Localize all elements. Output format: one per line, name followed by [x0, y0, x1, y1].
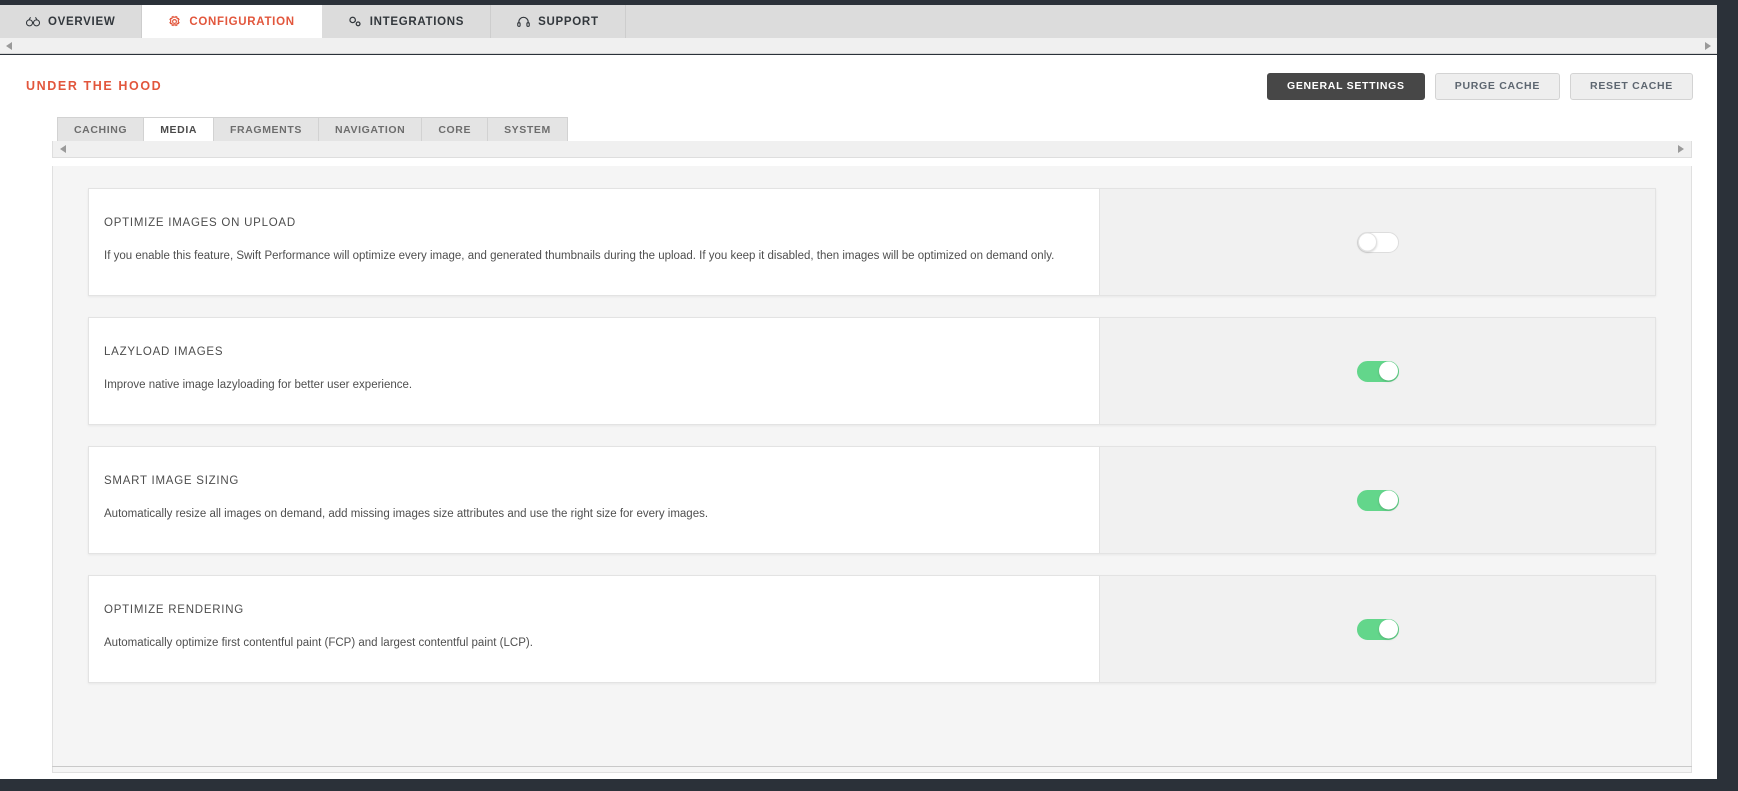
top-tab-label: SUPPORT: [538, 15, 599, 28]
sub-tab-fragments[interactable]: FRAGMENTS: [214, 117, 319, 141]
lazyload-images-toggle[interactable]: [1356, 360, 1399, 382]
header-button-group: GENERAL SETTINGS PURGE CACHE RESET CACHE: [1266, 72, 1693, 100]
setting-description: Automatically optimize first contentful …: [104, 637, 533, 649]
smart-image-sizing-toggle[interactable]: [1356, 489, 1399, 511]
window-chrome-right: [1717, 0, 1738, 791]
settings-panel: OPTIMIZE IMAGES ON UPLOAD If you enable …: [52, 166, 1692, 773]
setting-control-area: [1099, 318, 1655, 424]
setting-title: OPTIMIZE IMAGES ON UPLOAD: [104, 217, 296, 229]
top-tab-support[interactable]: SUPPORT: [491, 5, 626, 38]
setting-card: SMART IMAGE SIZING Automatically resize …: [88, 446, 1656, 554]
top-tab-label: INTEGRATIONS: [369, 15, 465, 28]
toggle-knob: [1357, 232, 1377, 252]
gear-icon: [168, 15, 181, 28]
setting-title: SMART IMAGE SIZING: [104, 475, 240, 487]
setting-control-area: [1099, 189, 1655, 295]
setting-control-area: [1099, 447, 1655, 553]
setting-title: OPTIMIZE RENDERING: [104, 604, 245, 616]
app-window: OVERVIEW CONFIGURATION INTEGRATIONS SUPP…: [0, 0, 1738, 791]
setting-control-area: [1099, 576, 1655, 682]
setting-description: Automatically resize all images on deman…: [104, 508, 709, 520]
inner-horizontal-scrollbar[interactable]: [52, 141, 1692, 158]
sub-tab-caching[interactable]: CACHING: [57, 117, 145, 141]
window-chrome-bottom: [0, 779, 1738, 791]
setting-description: Improve native image lazyloading for bet…: [104, 379, 413, 391]
scroll-right-icon[interactable]: [1678, 145, 1684, 153]
setting-card-body: SMART IMAGE SIZING Automatically resize …: [89, 447, 1099, 553]
page-bottom-divider: [52, 766, 1692, 767]
reset-cache-button[interactable]: RESET CACHE: [1570, 72, 1693, 100]
page-header: UNDER THE HOOD GENERAL SETTINGS PURGE CA…: [0, 55, 1717, 117]
sub-tab-navigation[interactable]: NAVIGATION: [318, 117, 423, 141]
sub-tab-bar: CACHING MEDIA FRAGMENTS NAVIGATION CORE …: [0, 117, 1717, 141]
setting-description: If you enable this feature, Swift Perfor…: [104, 250, 1055, 262]
purge-cache-button[interactable]: PURGE CACHE: [1434, 72, 1561, 100]
setting-card-body: LAZYLOAD IMAGES Improve native image laz…: [89, 318, 1099, 424]
top-tab-integrations[interactable]: INTEGRATIONS: [321, 5, 492, 38]
sub-tab-system[interactable]: SYSTEM: [488, 117, 568, 141]
toggle-knob: [1378, 361, 1398, 381]
top-tab-label: OVERVIEW: [48, 15, 116, 28]
binoculars-icon: [26, 16, 40, 27]
top-tab-label: CONFIGURATION: [189, 15, 295, 28]
toggle-knob: [1378, 490, 1398, 510]
page-title: UNDER THE HOOD: [26, 79, 163, 93]
setting-card: OPTIMIZE IMAGES ON UPLOAD If you enable …: [88, 188, 1656, 296]
top-navigation-bar: OVERVIEW CONFIGURATION INTEGRATIONS SUPP…: [0, 5, 1717, 38]
page-canvas: UNDER THE HOOD GENERAL SETTINGS PURGE CA…: [0, 55, 1717, 779]
plugin-icon: [348, 16, 362, 27]
headset-icon: [517, 16, 530, 28]
toggle-knob: [1378, 619, 1398, 639]
outer-horizontal-scrollbar[interactable]: [0, 38, 1717, 54]
setting-card: LAZYLOAD IMAGES Improve native image laz…: [88, 317, 1656, 425]
scroll-left-icon[interactable]: [60, 145, 66, 153]
optimize-images-on-upload-toggle[interactable]: [1356, 231, 1399, 253]
setting-title: LAZYLOAD IMAGES: [104, 346, 224, 358]
top-tab-overview[interactable]: OVERVIEW: [0, 5, 143, 38]
setting-card-body: OPTIMIZE RENDERING Automatically optimiz…: [89, 576, 1099, 682]
optimize-rendering-toggle[interactable]: [1356, 618, 1399, 640]
top-tab-configuration[interactable]: CONFIGURATION: [142, 5, 322, 38]
setting-card-body: OPTIMIZE IMAGES ON UPLOAD If you enable …: [89, 189, 1099, 295]
scroll-right-icon[interactable]: [1705, 41, 1711, 50]
sub-tab-core[interactable]: CORE: [422, 117, 489, 141]
scroll-left-icon[interactable]: [6, 41, 12, 50]
general-settings-button[interactable]: GENERAL SETTINGS: [1266, 72, 1425, 100]
sub-tab-media[interactable]: MEDIA: [144, 117, 215, 141]
setting-card: OPTIMIZE RENDERING Automatically optimiz…: [88, 575, 1656, 683]
